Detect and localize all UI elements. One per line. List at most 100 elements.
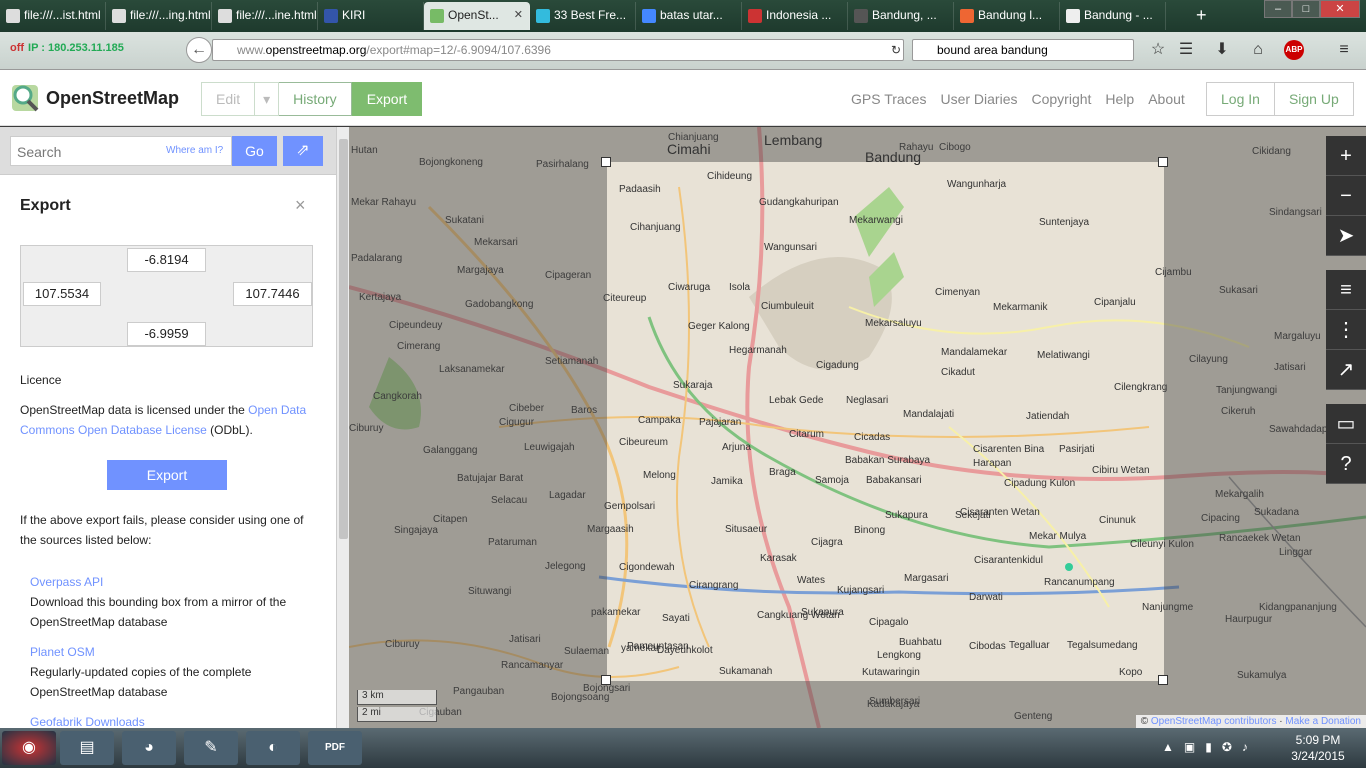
export-tab-button[interactable]: Export <box>351 82 423 116</box>
back-button[interactable]: ← <box>186 37 212 63</box>
bbox-handle-sw[interactable] <box>601 675 611 685</box>
south-coordinate-input[interactable]: -6.9959 <box>127 322 206 346</box>
bbox-handle-ne[interactable] <box>1158 157 1168 167</box>
place-label: Braga <box>769 467 796 478</box>
geofabrik-link[interactable]: Geofabrik Downloads <box>30 712 320 728</box>
nav-link-gps-traces[interactable]: GPS Traces <box>851 91 926 107</box>
place-label: Gudangkahuripan <box>759 197 839 208</box>
nav-link-copyright[interactable]: Copyright <box>1031 91 1091 107</box>
place-label: Cipagalo <box>869 617 909 628</box>
new-tab-button[interactable]: + <box>1196 5 1207 26</box>
map-attribution: © OpenStreetMap contributors · Make a Do… <box>1135 715 1366 728</box>
nav-link-help[interactable]: Help <box>1105 91 1134 107</box>
north-coordinate-input[interactable]: -6.8194 <box>127 248 206 272</box>
home-icon[interactable]: ⌂ <box>1248 40 1268 60</box>
url-bar[interactable]: www.openstreetmap.org/export#map=12/-6.9… <box>212 39 904 61</box>
browser-tab[interactable]: batas utar... <box>636 2 742 30</box>
place-label: Hegarmanah <box>729 345 787 356</box>
bookmark-star-icon[interactable]: ☆ <box>1148 40 1168 60</box>
zoom-out-icon[interactable]: − <box>1326 176 1366 216</box>
close-icon[interactable]: × <box>295 195 306 216</box>
bbox-handle-nw[interactable] <box>601 157 611 167</box>
sidebar-scrollbar[interactable] <box>336 127 349 728</box>
place-label: Mekarsaluyu <box>865 318 922 329</box>
file-icon <box>6 9 20 23</box>
planet-osm-link[interactable]: Planet OSM <box>30 642 320 662</box>
system-tray-icons[interactable]: ▲▣▮✪♪ <box>1162 740 1258 754</box>
browser-tab[interactable]: file:///...ing.html <box>106 2 212 30</box>
browser-tab[interactable]: Bandung l... <box>954 2 1060 30</box>
edit-button[interactable]: Edit <box>201 82 256 116</box>
directions-icon[interactable]: ⇗ <box>283 136 323 166</box>
adblock-icon[interactable]: ABP <box>1284 40 1304 60</box>
ip-address: IP : 180.253.11.185 <box>28 42 124 54</box>
place-label: Lengkong <box>877 650 921 661</box>
info-icon[interactable]: ⋮ <box>1326 310 1366 350</box>
place-label: Cibodas <box>969 641 1006 652</box>
bounding-box-form: -6.8194 107.5534 107.7446 -6.9959 <box>20 245 313 347</box>
pdf-icon[interactable]: PDF <box>308 731 362 765</box>
browser-tab[interactable]: Indonesia ... <box>742 2 848 30</box>
browser-tab[interactable]: KIRI <box>318 2 424 30</box>
place-label: Mekar Mulya <box>1029 531 1087 542</box>
donation-link[interactable]: Make a Donation <box>1285 716 1361 727</box>
history-button[interactable]: History <box>279 82 352 116</box>
west-coordinate-input[interactable]: 107.5534 <box>23 282 101 306</box>
nav-link-about[interactable]: About <box>1148 91 1185 107</box>
browser-search-input[interactable]: bound area bandung <box>912 39 1134 61</box>
layers-icon[interactable]: ≡ <box>1326 270 1366 310</box>
maximize-button[interactable]: □ <box>1292 0 1320 18</box>
map-scale: 3 km 2 mi <box>357 690 437 724</box>
tab-label: Bandung, ... <box>872 8 937 22</box>
browser-tab[interactable]: file:///...ine.html <box>212 2 318 30</box>
place-label: Cicadas <box>854 432 891 443</box>
eclipse-icon[interactable]: ◐ <box>246 731 300 765</box>
firefox-icon[interactable]: ◕ <box>122 731 176 765</box>
osm-logo[interactable]: OpenStreetMap <box>10 83 179 113</box>
export-button[interactable]: Export <box>107 460 227 490</box>
browser-tab[interactable]: Bandung - ... <box>1060 2 1166 30</box>
map-view[interactable]: Lembang Cimahi Bandung Chianjuang Rahayu Cibo… <box>349 127 1366 728</box>
menu-icon[interactable]: ≡ <box>1334 40 1354 60</box>
bookmarks-list-icon[interactable]: ☰ <box>1176 40 1196 60</box>
share-icon[interactable]: ↗ <box>1326 350 1366 390</box>
browser-tab[interactable]: 33 Best Fre... <box>530 2 636 30</box>
bbox-handle-se[interactable] <box>1158 675 1168 685</box>
where-am-i-link[interactable]: Where am I? <box>166 145 223 156</box>
start-button-icon[interactable]: ◉ <box>2 731 56 765</box>
reload-icon[interactable]: ↻ <box>886 40 906 60</box>
clock[interactable]: 5:09 PM 3/24/2015 <box>1278 732 1358 764</box>
locate-icon[interactable]: ➤ <box>1326 216 1366 256</box>
go-button[interactable]: Go <box>232 136 277 166</box>
place-label: Harapan <box>973 458 1012 469</box>
file-explorer-icon[interactable]: ▤ <box>60 731 114 765</box>
source-overpass: Overpass API Download this bounding box … <box>30 572 320 632</box>
query-icon[interactable]: ? <box>1326 444 1366 484</box>
browser-tab[interactable]: file:///...ist.html <box>0 2 106 30</box>
scrollbar-thumb[interactable] <box>339 139 348 539</box>
east-coordinate-input[interactable]: 107.7446 <box>233 282 312 306</box>
nav-link-user-diaries[interactable]: User Diaries <box>940 91 1017 107</box>
place-label: Ciumbuleuit <box>761 301 814 312</box>
download-icon[interactable]: ⬇ <box>1212 40 1232 60</box>
minimize-button[interactable]: – <box>1264 0 1292 18</box>
login-button[interactable]: Log In <box>1206 82 1275 116</box>
fallback-text: If the above export fails, please consid… <box>20 513 304 547</box>
tab-label: file:///...ist.html <box>24 8 101 22</box>
contributors-link[interactable]: OpenStreetMap contributors <box>1151 716 1277 727</box>
zoom-in-icon[interactable]: + <box>1326 136 1366 176</box>
browser-tab[interactable]: OpenSt... ✕ <box>424 2 530 30</box>
ip-indicator[interactable]: off IP : 180.253.11.185 <box>10 42 124 54</box>
close-tab-icon[interactable]: ✕ <box>514 8 523 21</box>
browser-tab[interactable]: Bandung, ... <box>848 2 954 30</box>
overpass-api-link[interactable]: Overpass API <box>30 572 320 592</box>
tab-label: 33 Best Fre... <box>554 8 627 22</box>
close-window-button[interactable]: ✕ <box>1320 0 1360 18</box>
licence-text-after: (ODbL). <box>206 423 253 437</box>
sidebar: Search Where am I? Go ⇗ Export × -6.8194… <box>0 127 336 728</box>
tab-label: file:///...ing.html <box>130 8 211 22</box>
edit-dropdown-chevron-down-icon[interactable]: ▾ <box>255 82 280 116</box>
editor-icon[interactable]: ✎ <box>184 731 238 765</box>
signup-button[interactable]: Sign Up <box>1274 82 1354 116</box>
note-icon[interactable]: ▭ <box>1326 404 1366 444</box>
